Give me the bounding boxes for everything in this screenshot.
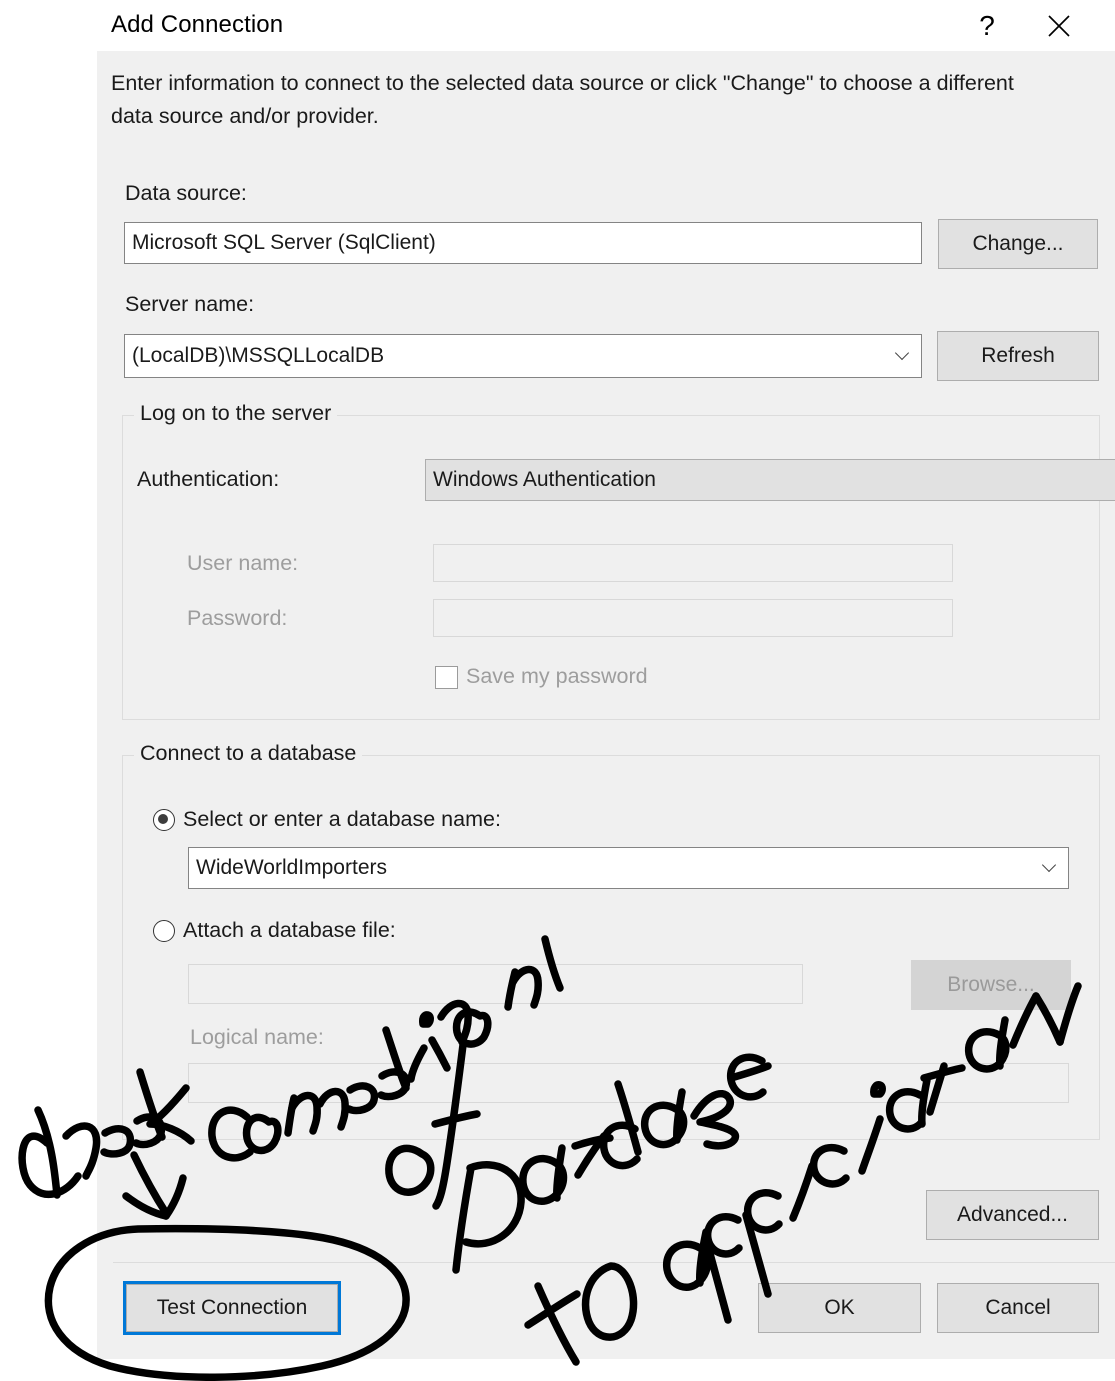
server-name-label: Server name: xyxy=(125,292,255,316)
database-group-title: Connect to a database xyxy=(134,741,363,766)
authentication-value: Windows Authentication xyxy=(433,468,656,491)
browse-button[interactable]: Browse... xyxy=(911,960,1071,1010)
question-mark-icon: ? xyxy=(979,9,995,41)
logical-name-label: Logical name: xyxy=(190,1025,324,1049)
data-source-label: Data source: xyxy=(125,181,247,205)
footer-separator xyxy=(113,1262,1115,1263)
ink-word-check xyxy=(18,1132,82,1198)
attach-database-label: Attach a database file: xyxy=(183,918,396,942)
save-password-checkbox[interactable] xyxy=(435,666,458,689)
authentication-label: Authentication: xyxy=(137,467,280,491)
select-database-label: Select or enter a database name: xyxy=(183,807,501,831)
refresh-button[interactable]: Refresh xyxy=(937,331,1099,381)
data-source-input[interactable]: Microsoft SQL Server (SqlClient) xyxy=(124,222,922,264)
database-name-value: WideWorldImporters xyxy=(196,856,387,879)
help-button[interactable]: ? xyxy=(959,0,1015,51)
add-connection-dialog: Add Connection ? Enter information to co… xyxy=(97,0,1115,1359)
dialog-title: Add Connection xyxy=(111,11,284,38)
password-input[interactable] xyxy=(433,599,953,637)
attach-file-input[interactable] xyxy=(188,964,803,1004)
ok-button[interactable]: OK xyxy=(758,1283,921,1333)
close-icon xyxy=(1048,14,1070,37)
cancel-button[interactable]: Cancel xyxy=(937,1283,1099,1333)
database-name-combobox[interactable]: WideWorldImporters xyxy=(188,847,1069,889)
test-connection-button[interactable]: Test Connection xyxy=(126,1284,338,1332)
chevron-down-icon xyxy=(1044,860,1057,873)
save-password-label: Save my password xyxy=(466,664,648,688)
server-name-combobox[interactable]: (LocalDB)\MSSQLLocalDB xyxy=(124,334,922,378)
dialog-description: Enter information to connect to the sele… xyxy=(111,71,1014,128)
attach-database-radio[interactable] xyxy=(153,920,175,942)
close-button[interactable] xyxy=(1031,0,1087,51)
advanced-button[interactable]: Advanced... xyxy=(926,1190,1099,1240)
select-database-radio[interactable] xyxy=(153,809,175,831)
server-name-value: (LocalDB)\MSSQLLocalDB xyxy=(132,344,385,367)
chevron-down-icon xyxy=(897,348,910,361)
authentication-combobox[interactable]: Windows Authentication xyxy=(425,459,1115,501)
username-input[interactable] xyxy=(433,544,953,582)
change-button[interactable]: Change... xyxy=(938,219,1098,269)
password-label: Password: xyxy=(187,606,288,630)
logical-name-input[interactable] xyxy=(188,1063,1069,1103)
username-label: User name: xyxy=(187,551,299,575)
dialog-titlebar: Add Connection ? xyxy=(97,0,1115,51)
logon-group-title: Log on to the server xyxy=(134,401,338,426)
